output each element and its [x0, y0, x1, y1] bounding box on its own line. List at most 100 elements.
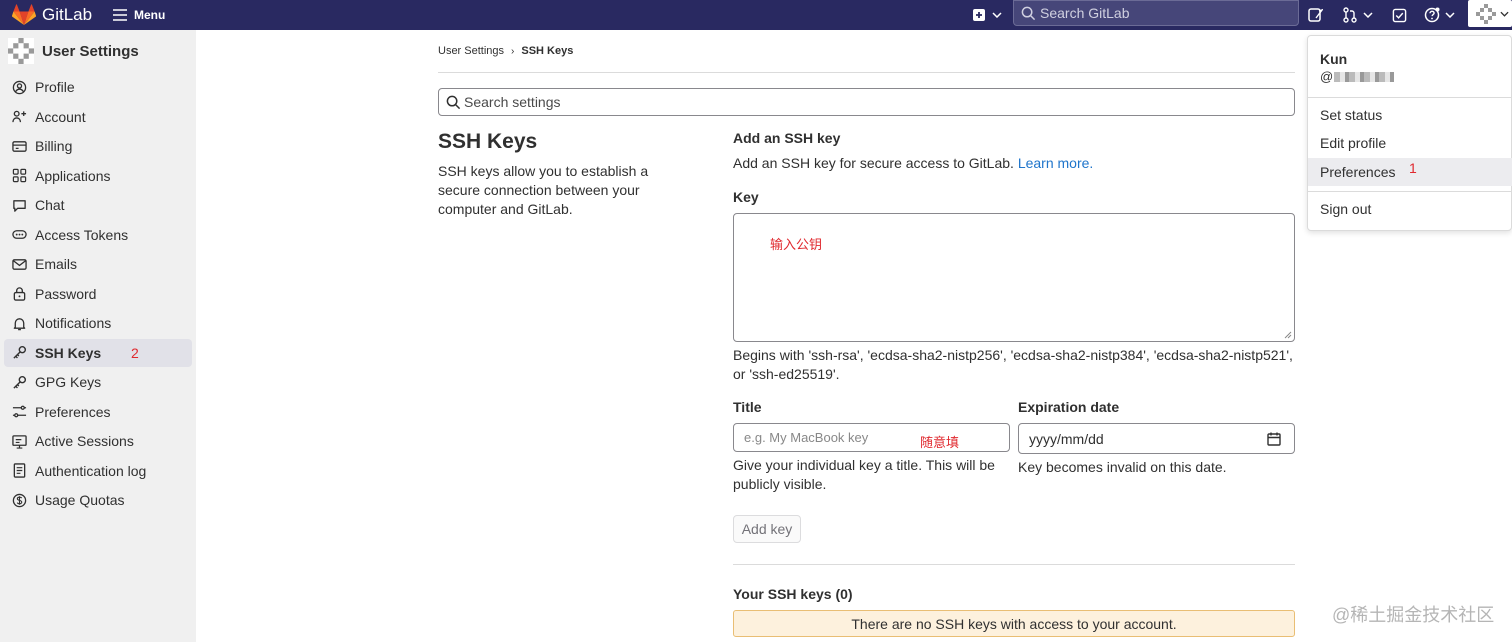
new-dropdown-button[interactable] — [972, 0, 1002, 30]
sidebar-item-label: GPG Keys — [35, 374, 102, 390]
email-icon — [12, 258, 27, 270]
sidebar-item-preferences[interactable]: Preferences — [4, 398, 192, 426]
sidebar-item-usage-quotas[interactable]: Usage Quotas — [4, 486, 192, 514]
empty-keys-message: There are no SSH keys with access to you… — [851, 615, 1177, 632]
divider — [1308, 97, 1512, 98]
settings-sidebar: User Settings Profile Account Billing Appli… — [0, 30, 196, 642]
monitor-icon — [12, 434, 27, 449]
add-ssh-key-heading: Add an SSH key — [733, 130, 841, 146]
divider — [438, 72, 1295, 73]
merge-request-icon — [1343, 7, 1357, 23]
menu-label: Menu — [134, 8, 166, 22]
sidebar-title: User Settings — [42, 42, 139, 60]
sidebar-item-label: Preferences — [35, 403, 111, 420]
sidebar-item-profile[interactable]: Profile — [4, 73, 192, 101]
preferences-item[interactable]: Preferences 1 — [1308, 158, 1512, 186]
title-annotation: 随意填 — [920, 435, 960, 450]
chevron-down-icon — [992, 12, 1002, 18]
gitlab-logo[interactable]: GitLab — [12, 0, 92, 30]
sidebar-item-emails[interactable]: Emails — [4, 250, 192, 278]
sidebar-item-gpg-keys[interactable]: GPG Keys — [4, 368, 192, 396]
menu-button[interactable]: Menu — [112, 0, 165, 30]
sidebar-item-label: Usage Quotas — [35, 492, 125, 508]
sidebar-annotation: 2 — [131, 344, 139, 361]
divider — [1308, 191, 1512, 192]
profile-icon — [12, 80, 27, 94]
issues-icon — [1308, 8, 1323, 22]
add-key-button[interactable]: Add key — [733, 515, 801, 543]
expiration-help-text: Key becomes invalid on this date. — [1018, 459, 1227, 475]
sidebar-item-ssh-keys[interactable]: SSH Keys 2 — [4, 338, 192, 367]
user-name: Kun — [1320, 51, 1348, 67]
calendar-icon[interactable] — [1267, 432, 1281, 446]
brand-name: GitLab — [42, 5, 93, 24]
chevron-right-icon: › — [511, 45, 515, 57]
bell-icon — [13, 317, 26, 330]
preferences-label: Preferences — [1320, 164, 1396, 180]
sidebar-item-label: Billing — [35, 138, 73, 154]
breadcrumb-parent-link[interactable]: User Settings — [438, 45, 504, 57]
help-button[interactable] — [1424, 0, 1455, 30]
todos-button[interactable] — [1392, 0, 1407, 30]
sidebar-item-password[interactable]: Password — [4, 280, 192, 308]
key-textarea[interactable]: 输入公钥 — [733, 213, 1295, 342]
help-icon — [1424, 7, 1440, 23]
preferences-annotation: 1 — [1409, 160, 1417, 176]
key-label: Key — [733, 189, 759, 205]
gitlab-tanuki-icon — [12, 4, 36, 25]
sidebar-item-label: Emails — [35, 256, 78, 272]
sidebar-item-label: Notifications — [35, 315, 112, 331]
user-handle: @ — [1320, 69, 1395, 84]
resize-handle-icon[interactable] — [1284, 331, 1292, 339]
edit-profile-item[interactable]: Edit profile — [1308, 129, 1512, 157]
hamburger-icon — [113, 9, 127, 21]
sidebar-item-label: Chat — [35, 197, 65, 213]
sidebar-item-applications[interactable]: Applications — [4, 162, 192, 190]
chat-icon — [13, 199, 26, 212]
title-label: Title — [733, 399, 762, 415]
sidebar-item-label: Profile — [35, 79, 75, 95]
token-icon — [12, 230, 27, 239]
title-input[interactable]: e.g. My MacBook key 随意填 — [733, 423, 1010, 452]
applications-icon — [12, 168, 27, 183]
global-search-placeholder: Search GitLab — [1040, 5, 1130, 21]
issues-button[interactable] — [1307, 0, 1323, 30]
log-icon — [13, 463, 26, 478]
title-help-text: Give your individual key a title. This w… — [733, 457, 995, 492]
account-icon — [12, 110, 27, 123]
learn-more-link[interactable]: Learn more. — [1018, 155, 1093, 171]
sidebar-item-label: Password — [35, 285, 97, 302]
breadcrumb-current: SSH Keys — [521, 45, 574, 57]
sign-out-item[interactable]: Sign out — [1308, 195, 1512, 223]
sidebar-item-chat[interactable]: Chat — [4, 191, 192, 219]
sidebar-header[interactable]: User Settings — [8, 38, 139, 64]
sidebar-item-access-tokens[interactable]: Access Tokens — [4, 221, 192, 249]
merge-requests-button[interactable] — [1342, 0, 1373, 30]
expiration-label: Expiration date — [1018, 399, 1120, 415]
user-menu-dropdown: Kun @ Set status Edit profile Preference… — [1307, 35, 1512, 231]
lock-icon — [13, 287, 26, 301]
chevron-down-icon — [1500, 11, 1509, 17]
sidebar-item-notifications[interactable]: Notifications — [4, 309, 192, 337]
top-navbar: GitLab Menu Search GitLab — [0, 0, 1512, 30]
search-settings-input[interactable]: Search settings — [438, 88, 1295, 116]
sidebar-item-account[interactable]: Account — [4, 103, 192, 131]
user-avatar-button[interactable] — [1468, 0, 1512, 27]
chevron-down-icon — [1445, 12, 1455, 18]
page-description: SSH keys allow you to establish a secure… — [438, 163, 649, 217]
sidebar-item-authentication-log[interactable]: Authentication log — [4, 457, 192, 485]
subheading-text: Add an SSH key for secure access to GitL… — [733, 155, 1014, 171]
sidebar-item-label: Account — [35, 108, 86, 125]
page-title: SSH Keys — [438, 130, 538, 153]
avatar — [8, 38, 34, 64]
empty-keys-alert: There are no SSH keys with access to you… — [733, 610, 1295, 637]
sidebar-item-active-sessions[interactable]: Active Sessions — [4, 427, 192, 455]
search-settings-placeholder: Search settings — [464, 94, 561, 110]
key-annotation: 输入公钥 — [770, 237, 823, 252]
sidebar-item-label: SSH Keys — [35, 344, 102, 361]
global-search[interactable]: Search GitLab — [1013, 0, 1299, 26]
set-status-item[interactable]: Set status — [1308, 101, 1512, 129]
expiration-date-input[interactable]: yyyy/mm/dd — [1018, 423, 1295, 454]
todo-check-icon — [1392, 8, 1407, 22]
sidebar-item-billing[interactable]: Billing — [4, 132, 192, 160]
